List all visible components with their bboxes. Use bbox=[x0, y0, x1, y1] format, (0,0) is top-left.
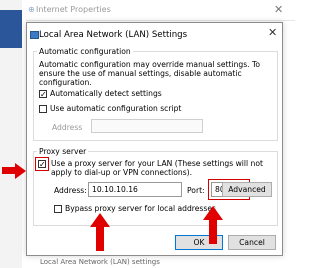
lan-settings-dialog: Local Area Network (LAN) Settings ✕ Auto… bbox=[26, 22, 283, 256]
arrow-up-stem bbox=[96, 227, 104, 251]
use-proxy-checkbox[interactable] bbox=[38, 160, 46, 168]
auto-config-heading: Automatic configuration bbox=[37, 47, 133, 56]
globe-icon: ⊕ bbox=[28, 5, 35, 14]
auto-config-description: Automatic configuration may override man… bbox=[39, 60, 260, 87]
arrow-right-stem bbox=[2, 167, 15, 174]
background-bottom-text: Local Area Network (LAN) settings bbox=[40, 258, 160, 266]
background-app-icon bbox=[0, 10, 22, 48]
proxy-address-label: Address: bbox=[54, 186, 87, 195]
annotation-arrow-right bbox=[2, 163, 26, 179]
dialog-close-icon[interactable]: ✕ bbox=[268, 26, 277, 39]
arrow-right-head bbox=[15, 163, 26, 179]
auto-script-checkbox[interactable] bbox=[39, 105, 47, 113]
proxy-address-input[interactable]: 10.10.10.16 bbox=[88, 182, 182, 197]
annotation-arrow-up-port bbox=[203, 206, 223, 246]
arrow-up-stem bbox=[209, 220, 217, 244]
auto-detect-label: Automatically detect settings bbox=[50, 89, 162, 98]
proxy-port-label: Port: bbox=[187, 186, 205, 195]
auto-script-label: Use automatic configuration script bbox=[50, 104, 182, 113]
cancel-button[interactable]: Cancel bbox=[228, 235, 276, 250]
background-window-title: Internet Properties bbox=[36, 5, 111, 14]
annotation-arrow-up-address bbox=[90, 213, 110, 253]
bypass-local-checkbox[interactable] bbox=[54, 205, 62, 213]
bypass-local-label: Bypass proxy server for local addresses bbox=[65, 204, 216, 213]
network-icon bbox=[30, 31, 39, 39]
background-close-icon[interactable]: ✕ bbox=[274, 3, 283, 16]
arrow-up-head bbox=[203, 206, 223, 220]
script-address-label: Address bbox=[52, 123, 83, 132]
advanced-button-face[interactable]: Advanced bbox=[222, 182, 272, 197]
use-proxy-label: Use a proxy server for your LAN (These s… bbox=[51, 159, 263, 177]
script-address-input[interactable] bbox=[91, 119, 203, 133]
arrow-up-head bbox=[90, 213, 110, 227]
dialog-title: Local Area Network (LAN) Settings bbox=[39, 30, 188, 40]
auto-detect-checkbox[interactable] bbox=[39, 90, 47, 98]
proxy-server-heading: Proxy server bbox=[37, 147, 89, 156]
